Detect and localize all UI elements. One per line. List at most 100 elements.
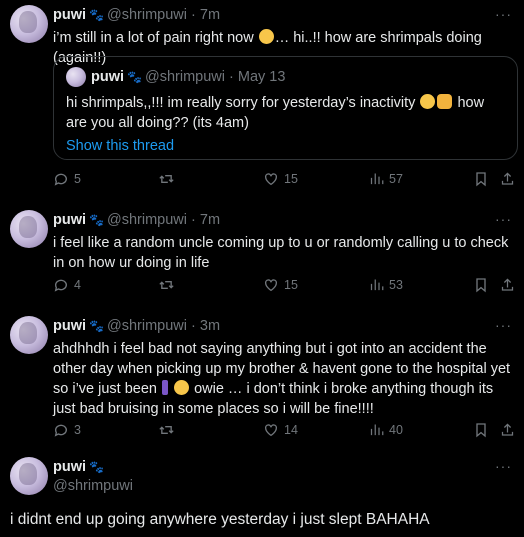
quoted-tweet[interactable]: puwi 🐾 @shrimpuwi · May 13 hi shrimpals,,!…: [53, 56, 518, 160]
more-icon[interactable]: ···: [495, 458, 512, 474]
reply-button[interactable]: 4: [53, 277, 81, 293]
avatar[interactable]: [10, 210, 48, 248]
tweet-4-focused[interactable]: puwi 🐾 @shrimpuwi ··· i didnt end up goin…: [0, 452, 524, 537]
like-count: 15: [284, 172, 298, 186]
heart-icon: [265, 424, 277, 437]
action-bar: 4 15 53: [53, 277, 518, 297]
thinking-face-emoji-icon: [174, 380, 190, 395]
paw-icon: 🐾: [89, 8, 104, 22]
separator-dot: ·: [191, 212, 196, 228]
more-icon[interactable]: ···: [495, 211, 512, 227]
paw-icon: 🐾: [89, 460, 104, 474]
views-button[interactable]: 40: [369, 422, 403, 437]
timestamp[interactable]: 7m: [200, 212, 220, 228]
reply-button[interactable]: 5: [53, 171, 81, 187]
reply-icon: [54, 279, 67, 292]
share-icon: [501, 423, 514, 436]
retweet-button[interactable]: [158, 171, 180, 187]
tweet-1[interactable]: puwi 🐾 @shrimpuwi · 7m ··· i’m still in a …: [0, 0, 524, 200]
reply-button[interactable]: 3: [53, 422, 81, 438]
separator-dot: ·: [191, 7, 196, 23]
paw-icon: 🐾: [89, 213, 104, 227]
reply-icon: [54, 173, 67, 186]
quote-text: hi shrimpals,,!!! im really sorry for ye…: [66, 93, 505, 133]
crying-face-emoji-icon: [258, 29, 274, 44]
reply-icon: [54, 424, 67, 437]
quote-timestamp: May 13: [237, 69, 286, 85]
tweet-header: puwi 🐾: [53, 459, 107, 475]
paw-icon: 🐾: [127, 70, 142, 84]
bookmark-button[interactable]: [474, 277, 488, 293]
action-bar: 5 15 57: [53, 171, 518, 191]
folded-hands-emoji-icon: [437, 94, 453, 109]
retweet-button[interactable]: [158, 422, 180, 438]
timestamp[interactable]: 7m: [200, 7, 220, 23]
display-name[interactable]: puwi: [53, 212, 86, 228]
tweet-header: puwi 🐾 @shrimpuwi · 7m: [53, 7, 220, 23]
bookmark-button[interactable]: [474, 422, 488, 438]
show-thread-link[interactable]: Show this thread: [66, 138, 174, 154]
views-button[interactable]: 57: [369, 171, 403, 186]
retweet-icon: [159, 426, 174, 434]
separator-dot: ·: [191, 318, 196, 334]
paw-icon: 🐾: [89, 319, 104, 333]
like-button[interactable]: 15: [263, 171, 298, 187]
views-count: 57: [389, 171, 403, 186]
display-name[interactable]: puwi: [53, 318, 86, 334]
bookmark-icon: [476, 423, 486, 438]
avatar[interactable]: [10, 457, 48, 495]
views-count: 53: [389, 277, 403, 292]
standing-person-emoji-icon: [162, 380, 169, 395]
handle-row: @shrimpuwi: [53, 478, 133, 494]
share-button[interactable]: [500, 277, 515, 293]
tweet-3[interactable]: puwi 🐾 @shrimpuwi · 3m ··· ahdhhdh i feel …: [0, 311, 524, 446]
separator-dot: ·: [229, 69, 234, 85]
bookmark-button[interactable]: [474, 171, 488, 187]
retweet-icon: [159, 281, 174, 289]
tweet-text: ahdhhdh i feel bad not saying anything b…: [53, 339, 514, 419]
share-button[interactable]: [500, 171, 515, 187]
retweet-button[interactable]: [158, 277, 180, 293]
tweet-text-part: i’m still in a lot of pain right now: [53, 30, 258, 46]
reply-count: 3: [74, 423, 81, 437]
display-name[interactable]: puwi: [53, 7, 86, 23]
tweet-header: puwi 🐾 @shrimpuwi · 3m: [53, 318, 220, 334]
views-count: 40: [389, 422, 403, 437]
pleading-face-emoji-icon: [420, 94, 436, 109]
bookmark-icon: [476, 172, 486, 187]
like-count: 14: [284, 423, 298, 437]
more-icon[interactable]: ···: [495, 6, 512, 22]
heart-icon: [265, 173, 277, 186]
retweet-icon: [159, 175, 174, 183]
bookmark-icon: [476, 278, 486, 293]
share-button[interactable]: [500, 422, 515, 438]
action-bar: 3 14 40: [53, 422, 518, 442]
quote-avatar: [66, 67, 86, 87]
views-icon: [370, 279, 384, 291]
handle[interactable]: @shrimpuwi: [53, 478, 133, 494]
reply-count: 5: [74, 172, 81, 186]
avatar[interactable]: [10, 5, 48, 43]
like-count: 15: [284, 278, 298, 292]
heart-icon: [265, 279, 277, 292]
handle[interactable]: @shrimpuwi: [107, 7, 187, 23]
reply-count: 4: [74, 278, 81, 292]
tweet-2[interactable]: puwi 🐾 @shrimpuwi · 7m ··· i feel like a r…: [0, 205, 524, 305]
views-icon: [370, 424, 384, 436]
timestamp[interactable]: 3m: [200, 318, 220, 334]
share-icon: [501, 172, 514, 185]
like-button[interactable]: 14: [263, 422, 298, 438]
handle[interactable]: @shrimpuwi: [107, 212, 187, 228]
tweet-header: puwi 🐾 @shrimpuwi · 7m: [53, 212, 220, 228]
display-name[interactable]: puwi: [53, 459, 86, 475]
tweet-text: i didnt end up going anywhere yesterday …: [10, 511, 430, 528]
handle[interactable]: @shrimpuwi: [107, 318, 187, 334]
views-icon: [370, 173, 384, 185]
quote-handle: @shrimpuwi: [144, 69, 225, 85]
more-icon[interactable]: ···: [495, 317, 512, 333]
avatar[interactable]: [10, 316, 48, 354]
views-button[interactable]: 53: [369, 277, 403, 292]
tweet-text: i feel like a random uncle coming up to …: [53, 235, 509, 271]
like-button[interactable]: 15: [263, 277, 298, 293]
quote-display-name: puwi: [91, 69, 125, 85]
